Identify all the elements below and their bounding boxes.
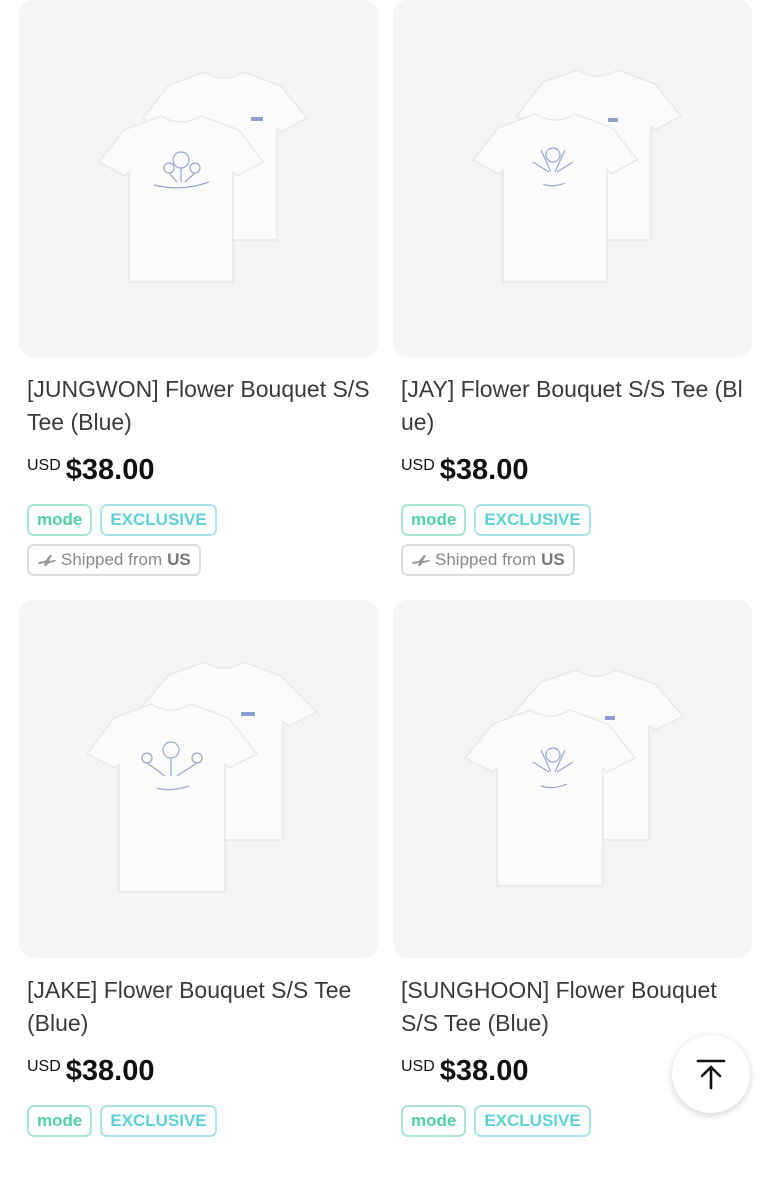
tshirt-image <box>97 71 309 283</box>
currency-label: USD <box>27 1058 61 1075</box>
mode-badge: mode <box>27 504 93 536</box>
product-image[interactable] <box>393 600 752 958</box>
currency-label: USD <box>27 457 61 474</box>
exclusive-badge: EXCLUSIVE <box>100 504 217 536</box>
badge-row: mode EXCLUSIVE <box>401 1105 744 1137</box>
exclusive-badge: EXCLUSIVE <box>474 504 591 536</box>
shipping-badge: Shipped from US <box>27 544 201 576</box>
tshirt-image <box>471 69 683 283</box>
exclusive-badge: EXCLUSIVE <box>100 1105 217 1137</box>
product-title[interactable]: [JAKE] Flower Bouquet S/S Tee (Blue) <box>27 974 370 1040</box>
airplane-icon <box>412 555 430 566</box>
exclusive-badge: EXCLUSIVE <box>474 1105 591 1137</box>
tshirt-image <box>85 661 319 893</box>
product-card[interactable]: [JUNGWON] Flower Bouquet S/S Tee (Blue) … <box>19 0 378 600</box>
price-amount: $38.00 <box>65 1055 155 1087</box>
price-amount: $38.00 <box>439 1055 529 1087</box>
shipping-country: US <box>541 550 565 569</box>
arrow-up-to-top-icon <box>696 1059 726 1090</box>
mode-badge: mode <box>401 504 467 536</box>
product-price: USD $38.00 <box>27 453 370 487</box>
shipping-prefix: Shipped from <box>61 550 163 569</box>
product-title[interactable]: [SUNGHOON] Flower Bouquet S/S Tee (Blue) <box>401 974 744 1040</box>
shipping-country: US <box>167 550 191 569</box>
product-card[interactable]: [JAY] Flower Bouquet S/S Tee (Blue) USD … <box>393 0 752 600</box>
mode-badge: mode <box>27 1105 93 1137</box>
badge-row: mode EXCLUSIVE <box>401 504 744 536</box>
airplane-icon <box>38 555 56 566</box>
product-price: USD $38.00 <box>27 1054 370 1088</box>
product-title[interactable]: [JUNGWON] Flower Bouquet S/S Tee (Blue) <box>27 373 370 439</box>
product-image[interactable] <box>19 600 378 958</box>
currency-label: USD <box>401 457 435 474</box>
product-title[interactable]: [JAY] Flower Bouquet S/S Tee (Blue) <box>401 373 744 439</box>
tshirt-image <box>463 669 685 887</box>
product-image[interactable] <box>393 0 752 357</box>
currency-label: USD <box>401 1058 435 1075</box>
product-card[interactable]: [JAKE] Flower Bouquet S/S Tee (Blue) USD… <box>19 600 378 1199</box>
product-grid: [JUNGWON] Flower Bouquet S/S Tee (Blue) … <box>19 0 752 1199</box>
scroll-to-top-button[interactable] <box>672 1035 750 1113</box>
product-price: USD $38.00 <box>401 453 744 487</box>
mode-badge: mode <box>401 1105 467 1137</box>
shipping-prefix: Shipped from <box>435 550 537 569</box>
price-amount: $38.00 <box>439 454 529 486</box>
badge-row: mode EXCLUSIVE <box>27 504 370 536</box>
price-amount: $38.00 <box>65 454 155 486</box>
shipping-badge: Shipped from US <box>401 544 575 576</box>
badge-row: mode EXCLUSIVE <box>27 1105 370 1137</box>
product-image[interactable] <box>19 0 378 357</box>
